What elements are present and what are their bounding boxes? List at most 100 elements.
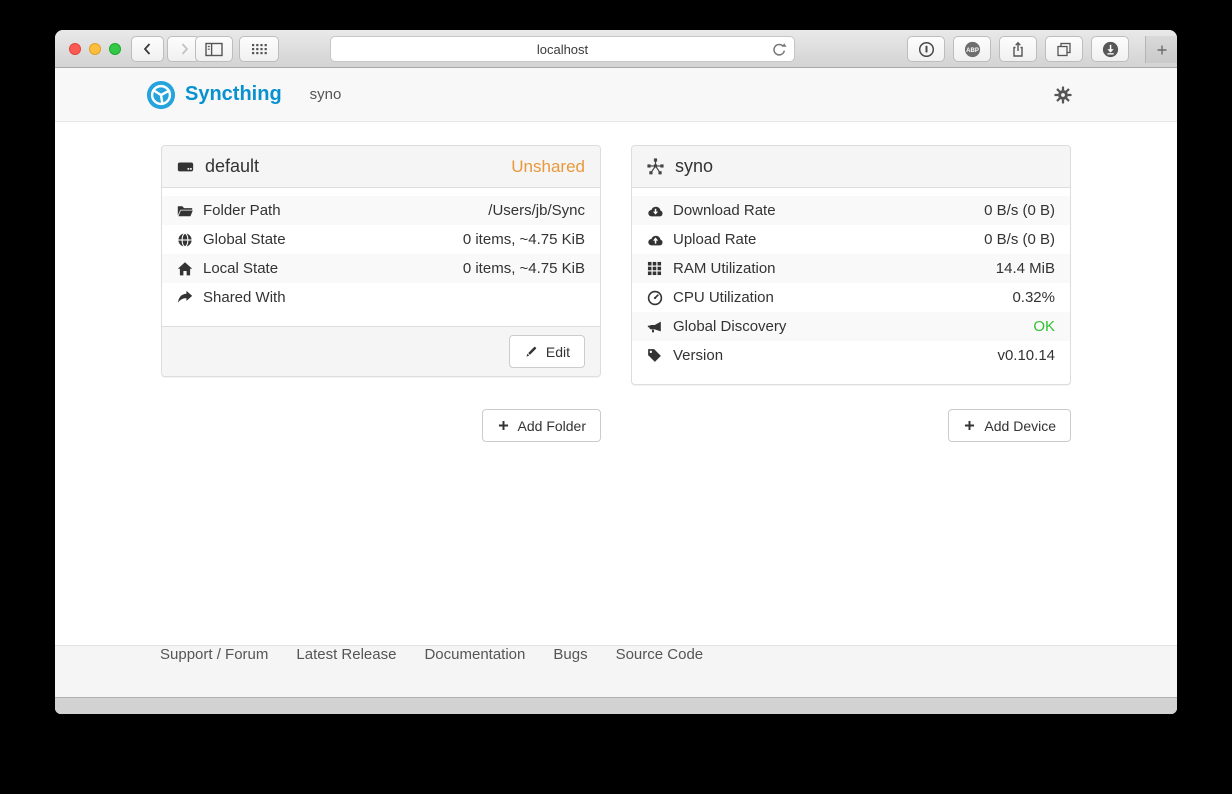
new-tab-button[interactable] [1145,36,1177,63]
device-row-global-discovery: Global Discovery OK [632,312,1070,341]
device-row-version: Version v0.10.14 [632,341,1070,370]
footer-link-bugs[interactable]: Bugs [539,646,601,663]
device-row-download-rate: Download Rate 0 B/s (0 B) [632,196,1070,225]
row-label: RAM Utilization [673,260,776,277]
brand-title: Syncthing [185,83,282,106]
share-arrow-icon [177,290,203,306]
address-bar-url: localhost [537,42,588,57]
tag-icon [647,348,673,363]
back-chevron-icon [140,41,156,57]
row-label: Folder Path [203,202,281,219]
pencil-icon [524,345,538,359]
folder-open-icon [177,203,203,219]
footer-link-source-code[interactable]: Source Code [602,646,718,663]
onepassword-icon [918,41,935,58]
footer-link-support[interactable]: Support / Forum [146,646,282,663]
adblock-abp-icon: ABP [964,41,981,58]
home-icon [177,261,203,277]
nav-device-link[interactable]: syno [310,86,342,103]
grid-icon [251,42,268,56]
back-button[interactable] [131,36,164,62]
network-node-icon [647,158,664,175]
bullhorn-icon [647,319,673,334]
row-label: Version [673,347,723,364]
plus-icon [963,419,976,432]
device-row-cpu: CPU Utilization 0.32% [632,283,1070,312]
window-bottom-strip [55,697,1177,714]
device-panel: syno Dow [631,145,1071,385]
footer-link-documentation[interactable]: Documentation [410,646,539,663]
tabs-icon [1056,41,1072,57]
extension-onepassword-button[interactable] [907,36,945,62]
row-label: Shared With [203,289,286,306]
extension-adblock-button[interactable]: ABP [953,36,991,62]
share-button[interactable] [999,36,1037,62]
edit-button[interactable]: Edit [509,335,585,368]
share-icon [1010,41,1026,58]
row-label: Upload Rate [673,231,756,248]
svg-text:ABP: ABP [966,47,979,53]
device-panel-heading[interactable]: syno [632,146,1070,188]
add-device-button[interactable]: Add Device [948,409,1071,442]
row-label: Download Rate [673,202,776,219]
plus-icon [1154,42,1170,58]
forward-chevron-icon [176,41,192,57]
downloads-button[interactable] [1091,36,1129,62]
sidebar-button[interactable] [195,36,233,62]
address-bar[interactable]: localhost [330,36,795,62]
sidebar-icon [205,42,223,57]
ram-grid-icon [647,261,673,276]
page-content: default Unshared [55,122,1177,645]
device-row-upload-rate: Upload Rate 0 B/s (0 B) [632,225,1070,254]
downloads-icon [1102,41,1119,58]
device-panel-title: syno [675,156,713,177]
top-sites-button[interactable] [239,36,279,62]
settings-menu-button[interactable] [1054,86,1072,104]
edit-button-label: Edit [546,344,570,360]
footer-link-latest-release[interactable]: Latest Release [282,646,410,663]
add-folder-button[interactable]: Add Folder [482,409,601,442]
syncthing-navbar: Syncthing syno [55,68,1177,122]
row-label: Local State [203,260,278,277]
minimize-window-button[interactable] [89,43,101,55]
page-footer: Support / Forum Latest Release Documenta… [55,645,1177,697]
folder-row-path: Folder Path /Users/jb/Sync [162,196,600,225]
row-value: OK [1033,318,1055,335]
reload-icon [771,42,787,58]
folder-row-global-state: Global State 0 items, ~4.75 KiB [162,225,600,254]
row-value: 0 items, ~4.75 KiB [463,231,585,248]
reload-button[interactable] [771,42,787,63]
hdd-icon [177,158,194,175]
close-window-button[interactable] [69,43,81,55]
zoom-window-button[interactable] [109,43,121,55]
gauge-icon [647,290,673,306]
device-row-ram: RAM Utilization 14.4 MiB [632,254,1070,283]
row-label: CPU Utilization [673,289,774,306]
row-label: Global State [203,231,286,248]
cloud-download-icon [647,203,673,218]
folder-panel-title: default [205,156,259,177]
folder-panel-heading[interactable]: default Unshared [162,146,600,188]
browser-window: localhost ABP [55,30,1177,714]
browser-toolbar: localhost ABP [55,30,1177,68]
row-value: v0.10.14 [997,347,1055,364]
row-label: Global Discovery [673,318,786,335]
gear-icon [1054,86,1072,104]
row-value: /Users/jb/Sync [488,202,585,219]
add-folder-label: Add Folder [518,418,586,434]
folder-panel-footer: Edit [162,326,600,376]
show-all-tabs-button[interactable] [1045,36,1083,62]
row-value: 0 B/s (0 B) [984,202,1055,219]
row-value: 0 B/s (0 B) [984,231,1055,248]
row-value: 14.4 MiB [996,260,1055,277]
row-value: 0.32% [1012,289,1055,306]
add-device-label: Add Device [984,418,1056,434]
plus-icon [497,419,510,432]
folder-row-shared-with: Shared With [162,283,600,312]
globe-icon [177,232,203,248]
folder-status-badge: Unshared [511,157,585,177]
folder-row-local-state: Local State 0 items, ~4.75 KiB [162,254,600,283]
cloud-upload-icon [647,232,673,247]
row-value: 0 items, ~4.75 KiB [463,260,585,277]
folder-panel: default Unshared [161,145,601,377]
